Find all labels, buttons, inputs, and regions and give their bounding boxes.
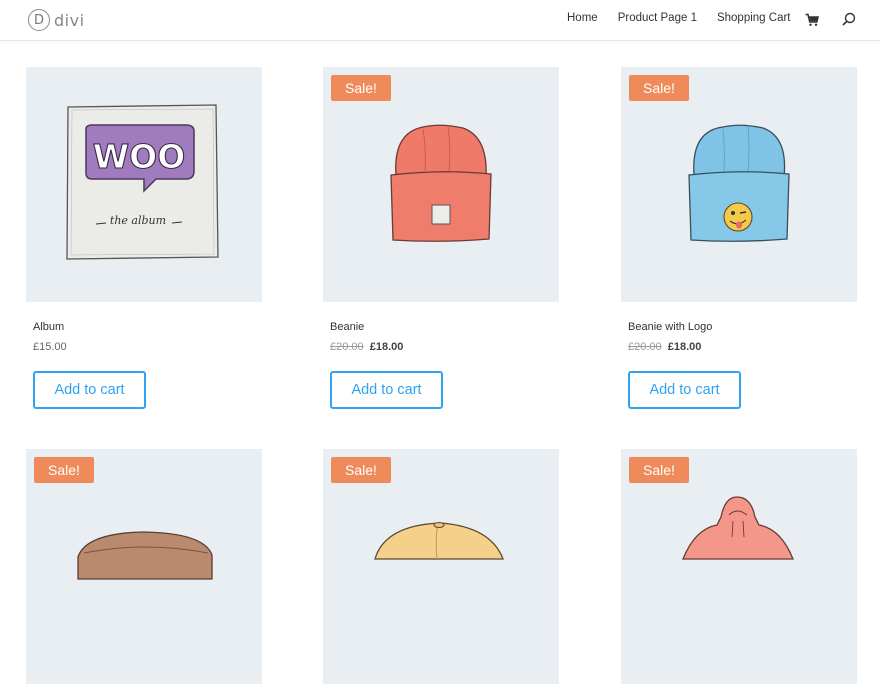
belt-illustration [77,531,213,580]
product-card: Sale! [26,449,262,684]
logo-mark: D [28,9,50,31]
add-to-cart-button[interactable]: Add to cart [33,371,146,409]
product-image[interactable]: Sale! [621,67,857,302]
main-nav: Home Product Page 1 Shopping Cart [567,12,811,24]
product-title[interactable]: Album [33,321,64,333]
sale-badge: Sale! [629,457,689,483]
red-beanie-illustration [390,124,492,242]
product-image[interactable]: Sale! [26,449,262,684]
product-price: £20.00 £18.00 [330,341,403,353]
add-to-cart-button[interactable]: Add to cart [330,371,443,409]
product-image[interactable]: Sale! [323,449,559,684]
site-logo[interactable]: D divi [28,8,85,32]
hoodie-illustration [682,496,794,560]
product-card: Sale! [323,449,559,684]
sale-badge: Sale! [331,457,391,483]
current-price: £18.00 [369,341,404,353]
add-to-cart-button[interactable]: Add to cart [628,371,741,409]
product-image[interactable]: Sale! [621,449,857,684]
product-card: Sale! Beanie with Logo £20.00 £18.00 Add… [621,67,857,409]
site-header: D divi Home Product Page 1 Shopping Cart [0,0,880,40]
nav-home[interactable]: Home [567,12,598,24]
search-icon[interactable] [842,12,856,26]
old-price: £20.00 [628,341,662,353]
product-image[interactable]: Sale! [323,67,559,302]
product-title[interactable]: Beanie [330,321,364,333]
product-card: Sale! Beanie £20.00 £18.00 Add to cart [323,67,559,409]
product-card: Sale! [621,449,857,684]
blue-beanie-illustration [688,124,790,242]
album-caption: the album [110,214,166,227]
cap-illustration [374,522,504,560]
product-price: £20.00 £18.00 [628,341,701,353]
old-price: £20.00 [330,341,364,353]
sale-badge: Sale! [629,75,689,101]
current-price: £18.00 [667,341,702,353]
product-image[interactable]: WOO the album [26,67,262,302]
cart-icon[interactable] [805,13,819,27]
product-title[interactable]: Beanie with Logo [628,321,712,333]
product-card: WOO the album Album £15.00 Add to cart [26,67,262,409]
sale-badge: Sale! [331,75,391,101]
woo-logo-text: WOO [93,137,186,176]
logo-text: divi [54,10,85,30]
sale-badge: Sale! [34,457,94,483]
album-illustration: WOO the album [66,104,219,260]
nav-product-page-1[interactable]: Product Page 1 [618,12,697,24]
product-price: £15.00 [33,341,67,353]
current-price: £15.00 [33,341,67,353]
nav-shopping-cart[interactable]: Shopping Cart [717,12,791,24]
